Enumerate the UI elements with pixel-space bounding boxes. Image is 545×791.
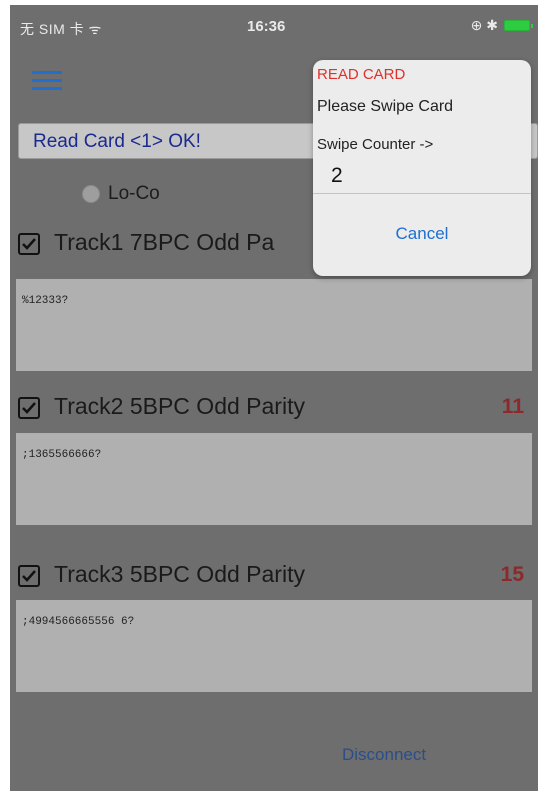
track1-title: Track1 7BPC Odd Pa	[54, 229, 275, 255]
track2-data-field[interactable]: ;1365566666?	[16, 433, 532, 525]
menu-icon[interactable]	[32, 71, 62, 93]
alert-counter-value: 2	[331, 164, 343, 187]
alert-divider	[313, 193, 531, 194]
track2-title: Track2 5BPC Odd Parity	[54, 393, 305, 419]
track2-data: ;1365566666?	[22, 449, 102, 461]
bluetooth-icon: ⊕ ✱	[470, 17, 498, 33]
track3-checkbox[interactable]	[18, 565, 40, 587]
bottom-toolbar: Disconnect	[10, 721, 538, 791]
checkmark-icon	[22, 570, 36, 582]
track3-data-field[interactable]: ;4994566665556 6?	[16, 600, 532, 692]
track1-checkbox[interactable]	[18, 233, 40, 255]
read-result-text: Read Card <1> OK!	[33, 131, 201, 152]
battery-icon	[504, 20, 533, 31]
alert-message: Please Swipe Card	[317, 98, 454, 115]
checkmark-icon	[22, 238, 36, 250]
track3-title: Track3 5BPC Odd Parity	[54, 561, 305, 587]
alert-title: READ CARD	[317, 66, 406, 83]
status-bar: 无 SIM 卡 ᯤ 16:36 ⊕ ✱	[10, 5, 538, 45]
read-card-alert: READ CARD Please Swipe Card Swipe Counte…	[313, 60, 531, 276]
track3-header: Track3 5BPC Odd Parity 15	[16, 559, 536, 595]
track2-header: Track2 5BPC Odd Parity 11	[16, 391, 536, 427]
track2-count: 11	[501, 395, 524, 418]
checkmark-icon	[22, 402, 36, 414]
track3-count: 15	[500, 563, 524, 586]
track2-checkbox[interactable]	[18, 397, 40, 419]
lo-co-radio[interactable]: Lo-Co	[82, 183, 160, 205]
carrier-label: 无 SIM 卡 ᯤ	[20, 21, 102, 37]
track3-data: ;4994566665556 6?	[22, 616, 135, 628]
radio-label: Lo-Co	[108, 183, 160, 204]
disconnect-button[interactable]: Disconnect	[342, 745, 426, 765]
track1-data-field[interactable]: %12333?	[16, 279, 532, 371]
track1-data: %12333?	[22, 295, 69, 307]
clock: 16:36	[247, 18, 286, 35]
alert-counter-label: Swipe Counter ->	[317, 136, 434, 153]
status-right: ⊕ ✱	[470, 17, 533, 34]
cancel-button[interactable]: Cancel	[313, 224, 531, 244]
radio-button-icon[interactable]	[82, 185, 100, 203]
